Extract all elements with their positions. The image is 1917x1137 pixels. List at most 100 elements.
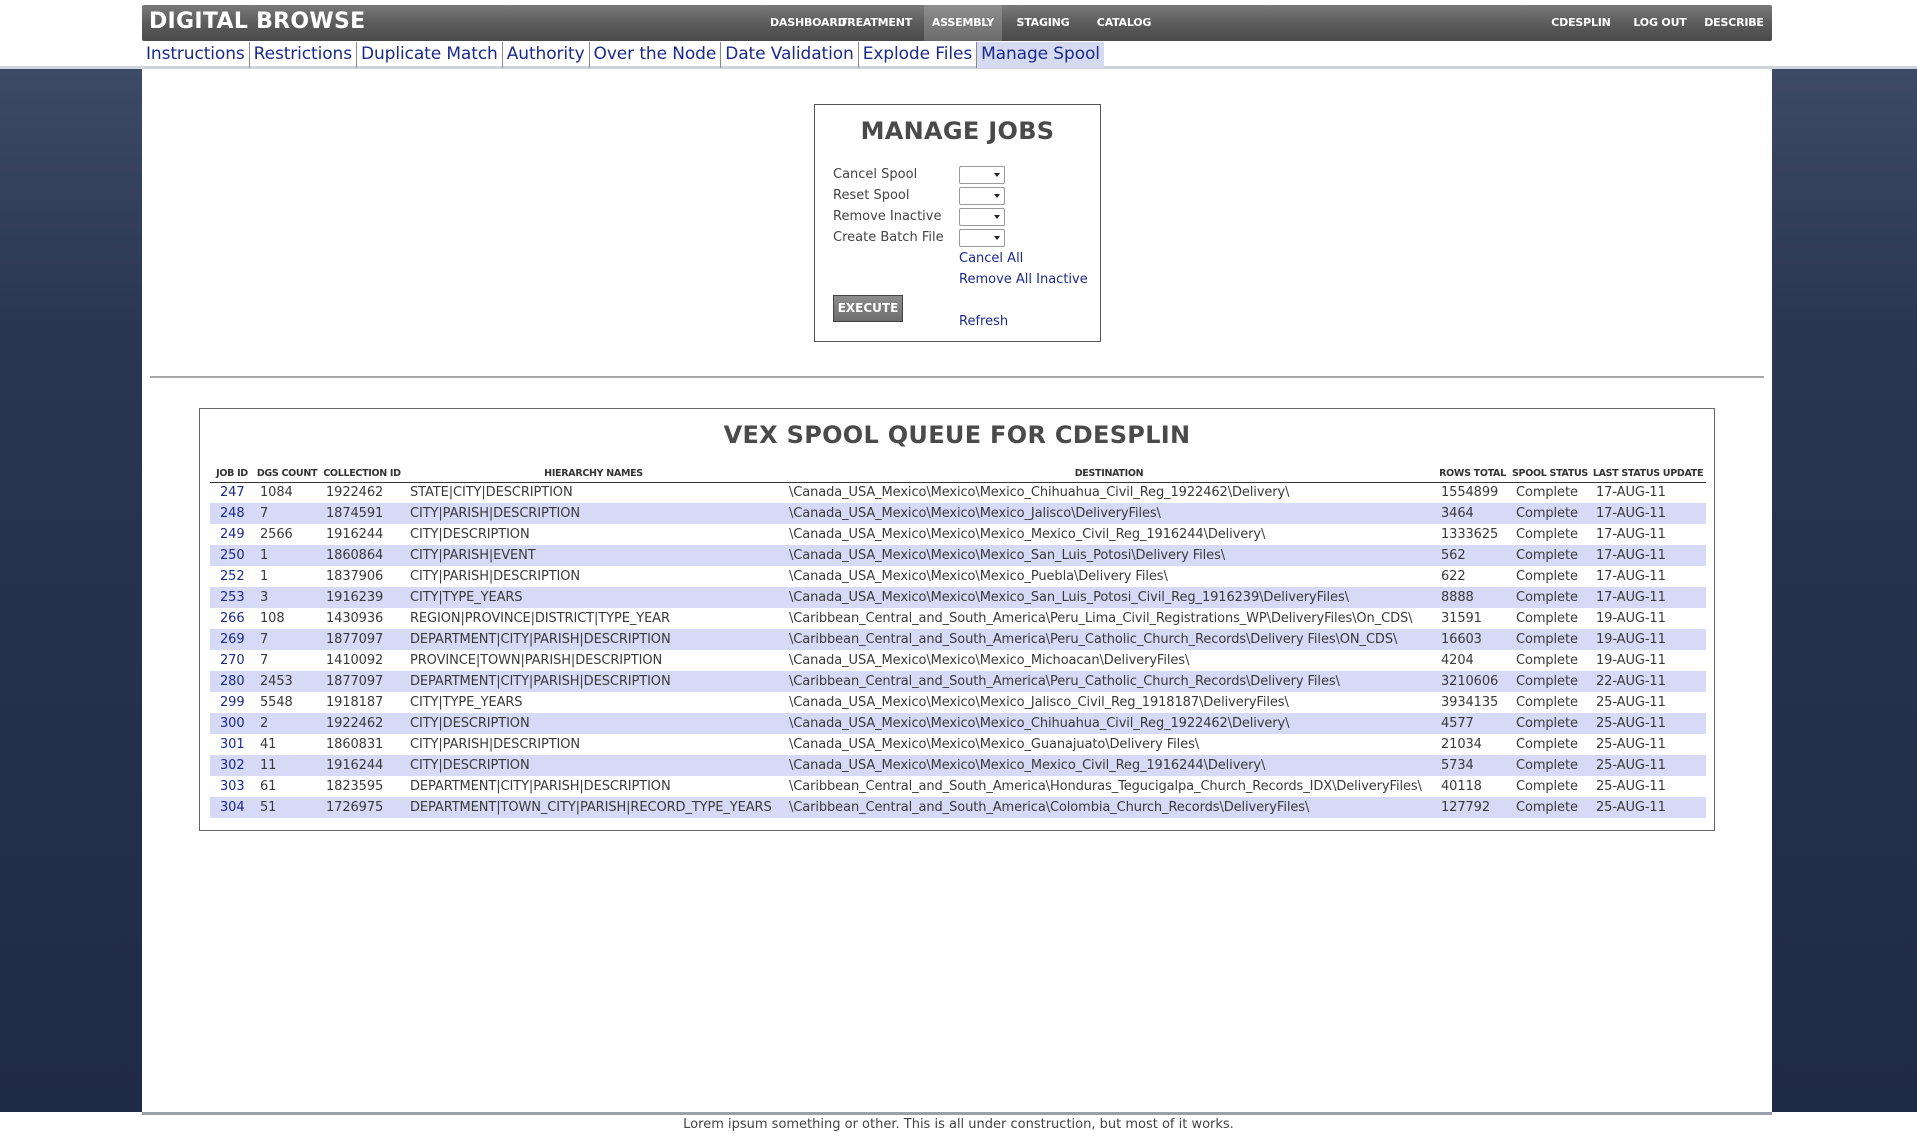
dgs-count-cell: 7 <box>260 653 269 668</box>
col-rows-total: ROWS TOTAL <box>1435 466 1510 483</box>
spool-status-cell: Complete <box>1510 755 1590 776</box>
collection-id-cell: 1860864 <box>320 545 404 566</box>
subnav-instructions[interactable]: Instructions <box>142 42 250 68</box>
destination-cell: \Caribbean_Central_and_South_America\Col… <box>783 797 1435 818</box>
subnav-authority[interactable]: Authority <box>503 42 590 68</box>
dgs-count-cell: 51 <box>254 797 320 818</box>
nav-assembly[interactable]: ASSEMBLY <box>924 5 1002 41</box>
table-header-row: JOB ID DGS COUNT COLLECTION ID HIERARCHY… <box>210 466 1706 483</box>
rows-total-cell: 3934135 <box>1441 695 1499 710</box>
collection-id-cell: 1823595 <box>326 779 384 794</box>
rows-total-cell: 21034 <box>1441 737 1482 752</box>
sub-navigation: Instructions Restrictions Duplicate Matc… <box>142 42 1104 68</box>
job-id-link[interactable]: 302 <box>210 755 254 776</box>
spool-status-cell: Complete <box>1516 485 1578 501</box>
last-status-update-cell: 25-AUG-11 <box>1596 737 1666 752</box>
cancel-spool-select[interactable] <box>959 166 1005 184</box>
table-row: 249 2566 1916244 CITY|DESCRIPTION \Canada_US… <box>210 524 1706 545</box>
nav-staging[interactable]: STAGING <box>1012 5 1074 41</box>
dgs-count-cell: 1 <box>260 569 269 584</box>
spool-status-cell: Complete <box>1516 611 1578 626</box>
chevron-down-icon <box>994 173 1000 177</box>
nav-describe[interactable]: DESCRIBE <box>1702 5 1766 41</box>
reset-spool-select[interactable] <box>959 187 1005 205</box>
destination-cell: \Canada_USA_Mexico\Mexico\Mexico_Chihuah… <box>789 485 1290 501</box>
execute-button[interactable]: EXECUTE <box>833 295 903 322</box>
collection-id-cell: 1916244 <box>326 527 384 542</box>
job-id-link[interactable]: 253 <box>210 587 254 608</box>
job-id-link[interactable]: 247 <box>210 482 254 503</box>
collection-id-cell: 1837906 <box>326 569 384 584</box>
rows-total-cell: 8888 <box>1435 587 1510 608</box>
job-id-link[interactable]: 304 <box>210 797 254 818</box>
hierarchy-names-cell: CITY|PARISH|DESCRIPTION <box>410 737 581 752</box>
job-id-link[interactable]: 299 <box>210 692 254 713</box>
hierarchy-names-cell: DEPARTMENT|CITY|PARISH|DESCRIPTION <box>404 671 783 692</box>
table-row: 302 11 1916244 CITY|DESCRIPTION \Canada_USA_… <box>210 755 1706 776</box>
subnav-over-the-node[interactable]: Over the Node <box>590 42 722 68</box>
cancel-all-link[interactable]: Cancel All <box>959 251 1023 266</box>
table-row: 300 2 1922462 CITY|DESCRIPTION \Canada_USA_M… <box>210 713 1706 734</box>
table-row: 304 51 1726975 DEPARTMENT|TOWN_CITY|PARISH|… <box>210 797 1706 818</box>
job-id-link[interactable]: 266 <box>210 608 254 629</box>
hierarchy-names-cell: CITY|TYPE_YEARS <box>410 695 523 710</box>
job-id-link[interactable]: 303 <box>210 776 254 797</box>
job-id-link[interactable]: 270 <box>210 650 254 671</box>
app-brand[interactable]: DIGITAL BROWSE <box>149 9 365 34</box>
job-id-link[interactable]: 301 <box>210 734 254 755</box>
job-id-link[interactable]: 249 <box>210 524 254 545</box>
hierarchy-names-cell: CITY|PARISH|DESCRIPTION <box>404 503 783 524</box>
col-last-status-update: LAST STATUS UPDATE <box>1590 466 1706 483</box>
table-row: 252 1 1837906 CITY|PARISH|DESCRIPTION \Canad… <box>210 566 1706 587</box>
last-status-update-cell: 22-AUG-11 <box>1590 671 1706 692</box>
nav-treatment[interactable]: TREATMENT <box>840 5 912 41</box>
last-status-update-cell: 17-AUG-11 <box>1590 587 1706 608</box>
destination-cell: \Canada_USA_Mexico\Mexico\Mexico_Mexico_… <box>783 755 1435 776</box>
spool-status-cell: Complete <box>1510 503 1590 524</box>
hierarchy-names-cell: CITY|DESCRIPTION <box>404 755 783 776</box>
nav-catalog[interactable]: CATALOG <box>1092 5 1156 41</box>
subnav-date-validation[interactable]: Date Validation <box>721 42 859 68</box>
spool-status-cell: Complete <box>1516 779 1578 794</box>
nav-user[interactable]: CDESPLIN <box>1546 5 1616 41</box>
spool-status-cell: Complete <box>1516 695 1578 710</box>
destination-cell: \Canada_USA_Mexico\Mexico\Mexico_Michoac… <box>789 653 1190 668</box>
hierarchy-names-cell: DEPARTMENT|CITY|PARISH|DESCRIPTION <box>404 629 783 650</box>
job-id-link[interactable]: 280 <box>210 671 254 692</box>
remove-all-inactive-link[interactable]: Remove All Inactive <box>959 272 1088 287</box>
spool-queue-title: VEX SPOOL QUEUE FOR CDESPLIN <box>723 421 1191 449</box>
last-status-update-cell: 17-AUG-11 <box>1590 545 1706 566</box>
spool-status-cell: Complete <box>1516 527 1578 542</box>
collection-id-cell: 1922462 <box>320 713 404 734</box>
destination-cell: \Canada_USA_Mexico\Mexico\Mexico_Jalisco… <box>783 503 1435 524</box>
job-id-link[interactable]: 250 <box>210 545 254 566</box>
job-id-link[interactable]: 248 <box>210 503 254 524</box>
dgs-count-cell: 7 <box>254 629 320 650</box>
dgs-count-cell: 1 <box>254 545 320 566</box>
subnav-explode-files[interactable]: Explode Files <box>859 42 978 68</box>
last-status-update-cell: 25-AUG-11 <box>1596 695 1666 710</box>
subnav-manage-spool[interactable]: Manage Spool <box>977 42 1104 68</box>
hierarchy-names-cell: CITY|TYPE_YEARS <box>404 587 783 608</box>
logout-link[interactable]: LOG OUT <box>1630 5 1690 41</box>
table-row: 253 3 1916239 CITY|TYPE_YEARS \Canada_USA_Me… <box>210 587 1706 608</box>
manage-jobs-title: MANAGE JOBS <box>860 117 1055 145</box>
main-content: MANAGE JOBS Cancel Spool Reset Spool Rem… <box>142 69 1772 1112</box>
collection-id-cell: 1860831 <box>326 737 384 752</box>
job-id-link[interactable]: 300 <box>210 713 254 734</box>
job-id-link[interactable]: 252 <box>210 566 254 587</box>
chevron-down-icon <box>994 194 1000 198</box>
dgs-count-cell: 7 <box>254 503 320 524</box>
collection-id-cell: 1922462 <box>326 485 384 501</box>
col-collection-id: COLLECTION ID <box>320 466 404 483</box>
nav-dashboard[interactable]: DASHBOARD <box>770 5 847 41</box>
create-batch-file-select[interactable] <box>959 229 1005 247</box>
dgs-count-cell: 61 <box>260 779 277 794</box>
footer-text: Lorem ipsum something or other. This is … <box>0 1115 1917 1137</box>
remove-inactive-select[interactable] <box>959 208 1005 226</box>
job-id-link[interactable]: 269 <box>210 629 254 650</box>
refresh-link[interactable]: Refresh <box>959 314 1008 329</box>
rows-total-cell: 40118 <box>1441 779 1482 794</box>
subnav-duplicate-match[interactable]: Duplicate Match <box>357 42 503 68</box>
subnav-restrictions[interactable]: Restrictions <box>250 42 357 68</box>
